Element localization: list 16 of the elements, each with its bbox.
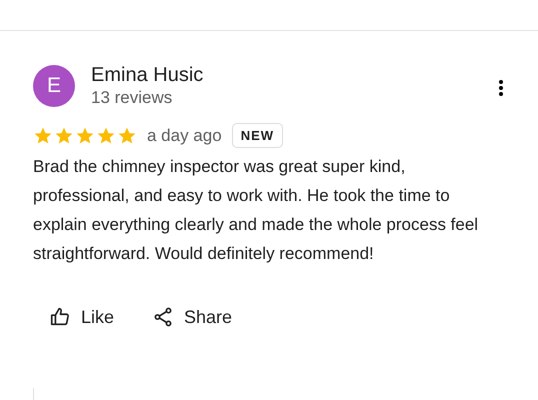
avatar: E bbox=[33, 65, 75, 107]
star-icon bbox=[33, 126, 53, 146]
star-icon bbox=[117, 126, 137, 146]
review-text: Brad the chimney inspector was great super kind, professional, and easy to work with. He took the time to explain everything clearly and made the whole process feel straightforward. Would definitely recommend! bbox=[33, 156, 480, 265]
star-icon bbox=[96, 126, 116, 146]
new-badge: NEW bbox=[232, 123, 284, 148]
share-icon bbox=[152, 306, 174, 328]
review-count: 13 reviews bbox=[91, 87, 174, 109]
more-options-icon[interactable] bbox=[498, 79, 504, 97]
review-time: a day ago bbox=[147, 126, 222, 146]
thumbs-up-icon bbox=[49, 306, 71, 328]
reviewer-name[interactable]: Emina Husic bbox=[91, 63, 204, 87]
like-button[interactable]: Like bbox=[47, 302, 120, 332]
star-icon bbox=[75, 126, 95, 146]
share-button[interactable]: Share bbox=[150, 302, 238, 332]
star-icon bbox=[54, 126, 74, 146]
